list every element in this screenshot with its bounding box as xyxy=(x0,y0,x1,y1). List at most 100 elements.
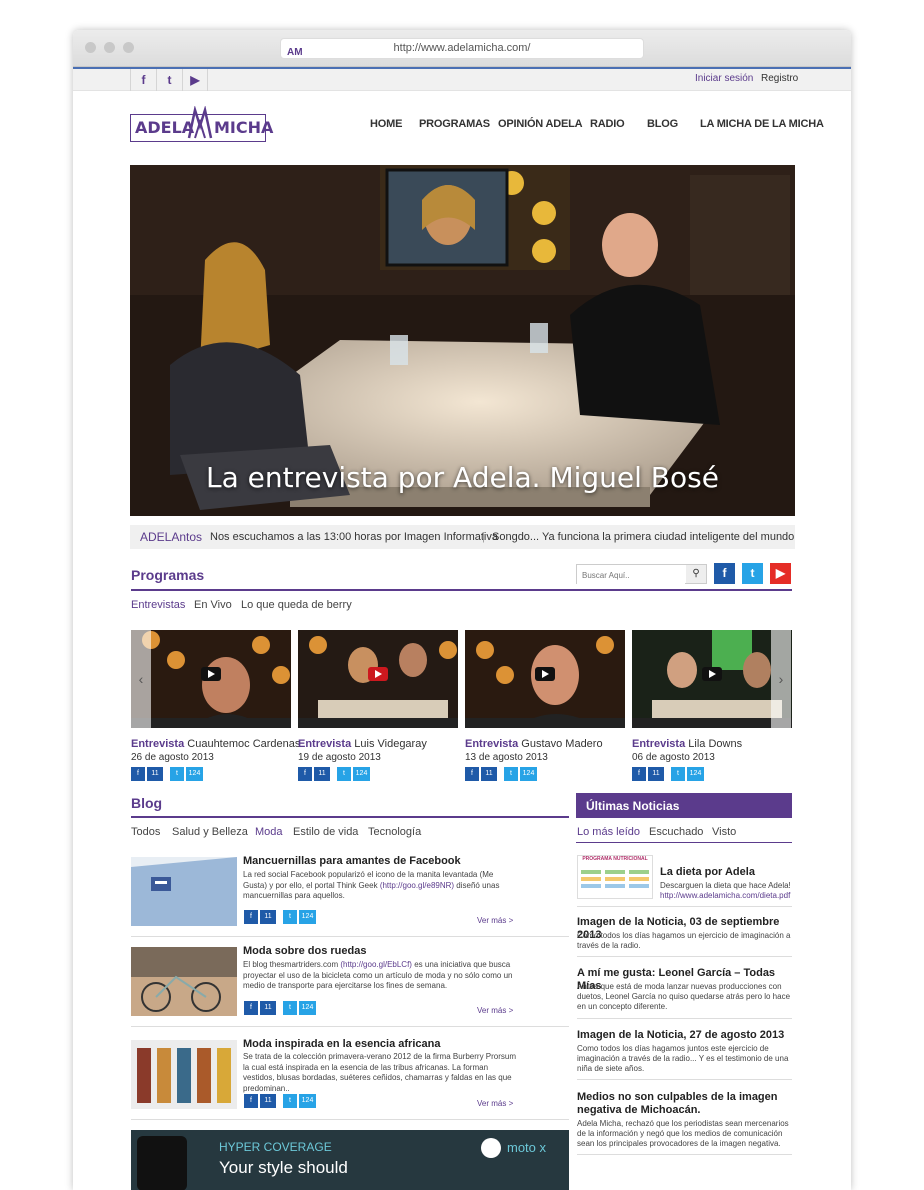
tab-visto[interactable]: Visto xyxy=(712,826,736,838)
post-image[interactable] xyxy=(131,1040,237,1109)
twitter-share-icon[interactable]: t xyxy=(671,767,685,781)
ver-mas-link[interactable]: Ver más > xyxy=(477,1099,513,1108)
tab-tecnologia[interactable]: Tecnología xyxy=(368,826,421,838)
tab-escuchado[interactable]: Escuchado xyxy=(649,826,703,838)
register-link[interactable]: Registro xyxy=(761,73,798,84)
twitter-share-icon[interactable]: t xyxy=(283,1001,297,1015)
nav-blog[interactable]: BLOG xyxy=(647,118,678,130)
facebook-like-icon[interactable]: f xyxy=(244,1094,258,1108)
tab-lo-que-queda-de-berry[interactable]: Lo que queda de berry xyxy=(241,599,352,611)
twitter-share-icon[interactable]: t xyxy=(283,910,297,924)
video-thumbnail[interactable] xyxy=(131,630,291,728)
post-link[interactable]: (http://goo.gl/EbLCf) xyxy=(340,960,412,969)
video-thumbnail[interactable] xyxy=(298,630,458,728)
post-image[interactable] xyxy=(131,947,237,1016)
post-excerpt: El blog thesmartriders.com (http://goo.g… xyxy=(243,960,513,990)
nav-programas[interactable]: PROGRAMAS xyxy=(419,118,490,130)
video-thumbnail[interactable] xyxy=(632,630,792,728)
post-title[interactable]: Moda inspirada en la esencia africana xyxy=(243,1038,440,1050)
news-title[interactable]: Imagen de la Noticia, 27 de agosto 2013 xyxy=(577,1029,792,1042)
twitter-share-icon[interactable]: t xyxy=(504,767,518,781)
post-title[interactable]: Mancuernillas para amantes de Facebook xyxy=(243,855,461,867)
login-link[interactable]: Iniciar sesión xyxy=(695,73,753,84)
facebook-like-icon[interactable]: f xyxy=(131,767,145,781)
ticker-item-1[interactable]: Nos escuchamos a las 13:00 horas por Ima… xyxy=(210,525,498,549)
tab-entrevistas[interactable]: Entrevistas xyxy=(131,599,185,611)
minimize-dot[interactable] xyxy=(104,42,115,53)
address-bar[interactable]: AM http://www.adelamicha.com/ xyxy=(280,38,644,59)
divider xyxy=(577,1018,792,1019)
twitter-share-icon[interactable]: t xyxy=(337,767,351,781)
video-controls[interactable] xyxy=(298,718,458,728)
play-icon[interactable] xyxy=(201,667,221,681)
search-box: ⚲ xyxy=(576,564,707,585)
nav-radio[interactable]: RADIO xyxy=(590,118,625,130)
video-controls[interactable] xyxy=(131,718,291,728)
video-controls[interactable] xyxy=(632,718,792,728)
post-image[interactable] xyxy=(131,857,237,926)
nav-home[interactable]: HOME xyxy=(370,118,402,130)
logo-left-text: ADELA xyxy=(135,118,195,137)
post-title[interactable]: Moda sobre dos ruedas xyxy=(243,945,366,957)
video-title[interactable]: Entrevista Luis Videgaray xyxy=(298,738,427,750)
ticker-separator: | xyxy=(482,531,485,543)
ver-mas-link[interactable]: Ver más > xyxy=(477,1006,513,1015)
facebook-like-icon[interactable]: f xyxy=(244,910,258,924)
video-title[interactable]: Entrevista Cuauhtemoc Cardenas xyxy=(131,738,300,750)
featured-link[interactable]: http://www.adelamicha.com/dieta.pdf xyxy=(660,891,790,900)
facebook-like-icon[interactable]: f xyxy=(244,1001,258,1015)
divider xyxy=(131,936,569,937)
news-title[interactable]: Medios no son culpables de la imagen neg… xyxy=(577,1091,792,1117)
video-date: 06 de agosto 2013 xyxy=(632,752,715,763)
video-controls[interactable] xyxy=(465,718,625,728)
twitter-icon[interactable]: t xyxy=(156,69,182,91)
video-title[interactable]: Entrevista Gustavo Madero xyxy=(465,738,603,750)
hero-banner[interactable]: La entrevista por Adela. Miguel Bosé xyxy=(130,165,795,516)
tab-todos[interactable]: Todos xyxy=(131,826,160,838)
facebook-like-icon[interactable]: f xyxy=(298,767,312,781)
divider xyxy=(576,842,792,843)
carousel-prev-icon[interactable]: ‹ xyxy=(131,630,151,728)
blog-title: Blog xyxy=(131,795,163,811)
video-title[interactable]: Entrevista Lila Downs xyxy=(632,738,742,750)
youtube-icon[interactable]: ▶ xyxy=(182,69,208,91)
tab-lo-mas-leido[interactable]: Lo más leído xyxy=(577,826,640,838)
ver-mas-link[interactable]: Ver más > xyxy=(477,916,513,925)
nav-la-micha-de-la-micha[interactable]: LA MICHA DE LA MICHA xyxy=(700,118,824,130)
play-icon[interactable] xyxy=(535,667,555,681)
video-thumbnail[interactable] xyxy=(465,630,625,728)
twitter-share-icon[interactable]: t xyxy=(170,767,184,781)
browser-window: AM http://www.adelamicha.com/ f t ▶ Inic… xyxy=(73,30,851,1190)
close-dot[interactable] xyxy=(85,42,96,53)
facebook-count: 11 xyxy=(648,767,664,781)
diet-thumbnail[interactable]: PROGRAMA NUTRICIONAL xyxy=(577,855,653,899)
play-icon[interactable] xyxy=(702,667,722,681)
search-input[interactable] xyxy=(577,566,685,585)
ad-banner[interactable]: HYPER COVERAGE Your style should moto x xyxy=(131,1130,569,1190)
twitter-share-icon[interactable]: t xyxy=(742,563,763,584)
twitter-share-icon[interactable]: t xyxy=(283,1094,297,1108)
site-logo[interactable]: ADELA MICHA xyxy=(130,106,273,142)
tab-en-vivo[interactable]: En Vivo xyxy=(194,599,232,611)
nav-opinion-adela[interactable]: OPINIÓN ADELA xyxy=(498,118,583,130)
tab-estilo-de-vida[interactable]: Estilo de vida xyxy=(293,826,358,838)
facebook-share-icon[interactable]: f xyxy=(714,563,735,584)
tab-salud-y-belleza[interactable]: Salud y Belleza xyxy=(172,826,248,838)
carousel-next-icon[interactable]: › xyxy=(771,630,791,728)
maximize-dot[interactable] xyxy=(123,42,134,53)
divider xyxy=(131,1119,569,1120)
play-icon[interactable] xyxy=(368,667,388,681)
search-icon[interactable]: ⚲ xyxy=(686,565,706,583)
post-link[interactable]: (http://goo.gl/e89NR) xyxy=(380,881,454,890)
facebook-like-icon[interactable]: f xyxy=(465,767,479,781)
featured-text: Descarguen la dieta que hace Adela! xyxy=(660,881,791,890)
facebook-like-icon[interactable]: f xyxy=(632,767,646,781)
ticker-item-2[interactable]: Songdo... Ya funciona la primera ciudad … xyxy=(492,525,794,549)
youtube-share-icon[interactable]: ▶ xyxy=(770,563,791,584)
facebook-icon[interactable]: f xyxy=(130,69,156,91)
tab-moda[interactable]: Moda xyxy=(255,826,283,838)
news-ticker: ADELAntos Nos escuchamos a las 13:00 hor… xyxy=(130,525,795,549)
logo-right-text: MICHA xyxy=(214,118,274,137)
noticias-title: Últimas Noticias xyxy=(586,799,680,813)
featured-title[interactable]: La dieta por Adela xyxy=(660,866,755,878)
